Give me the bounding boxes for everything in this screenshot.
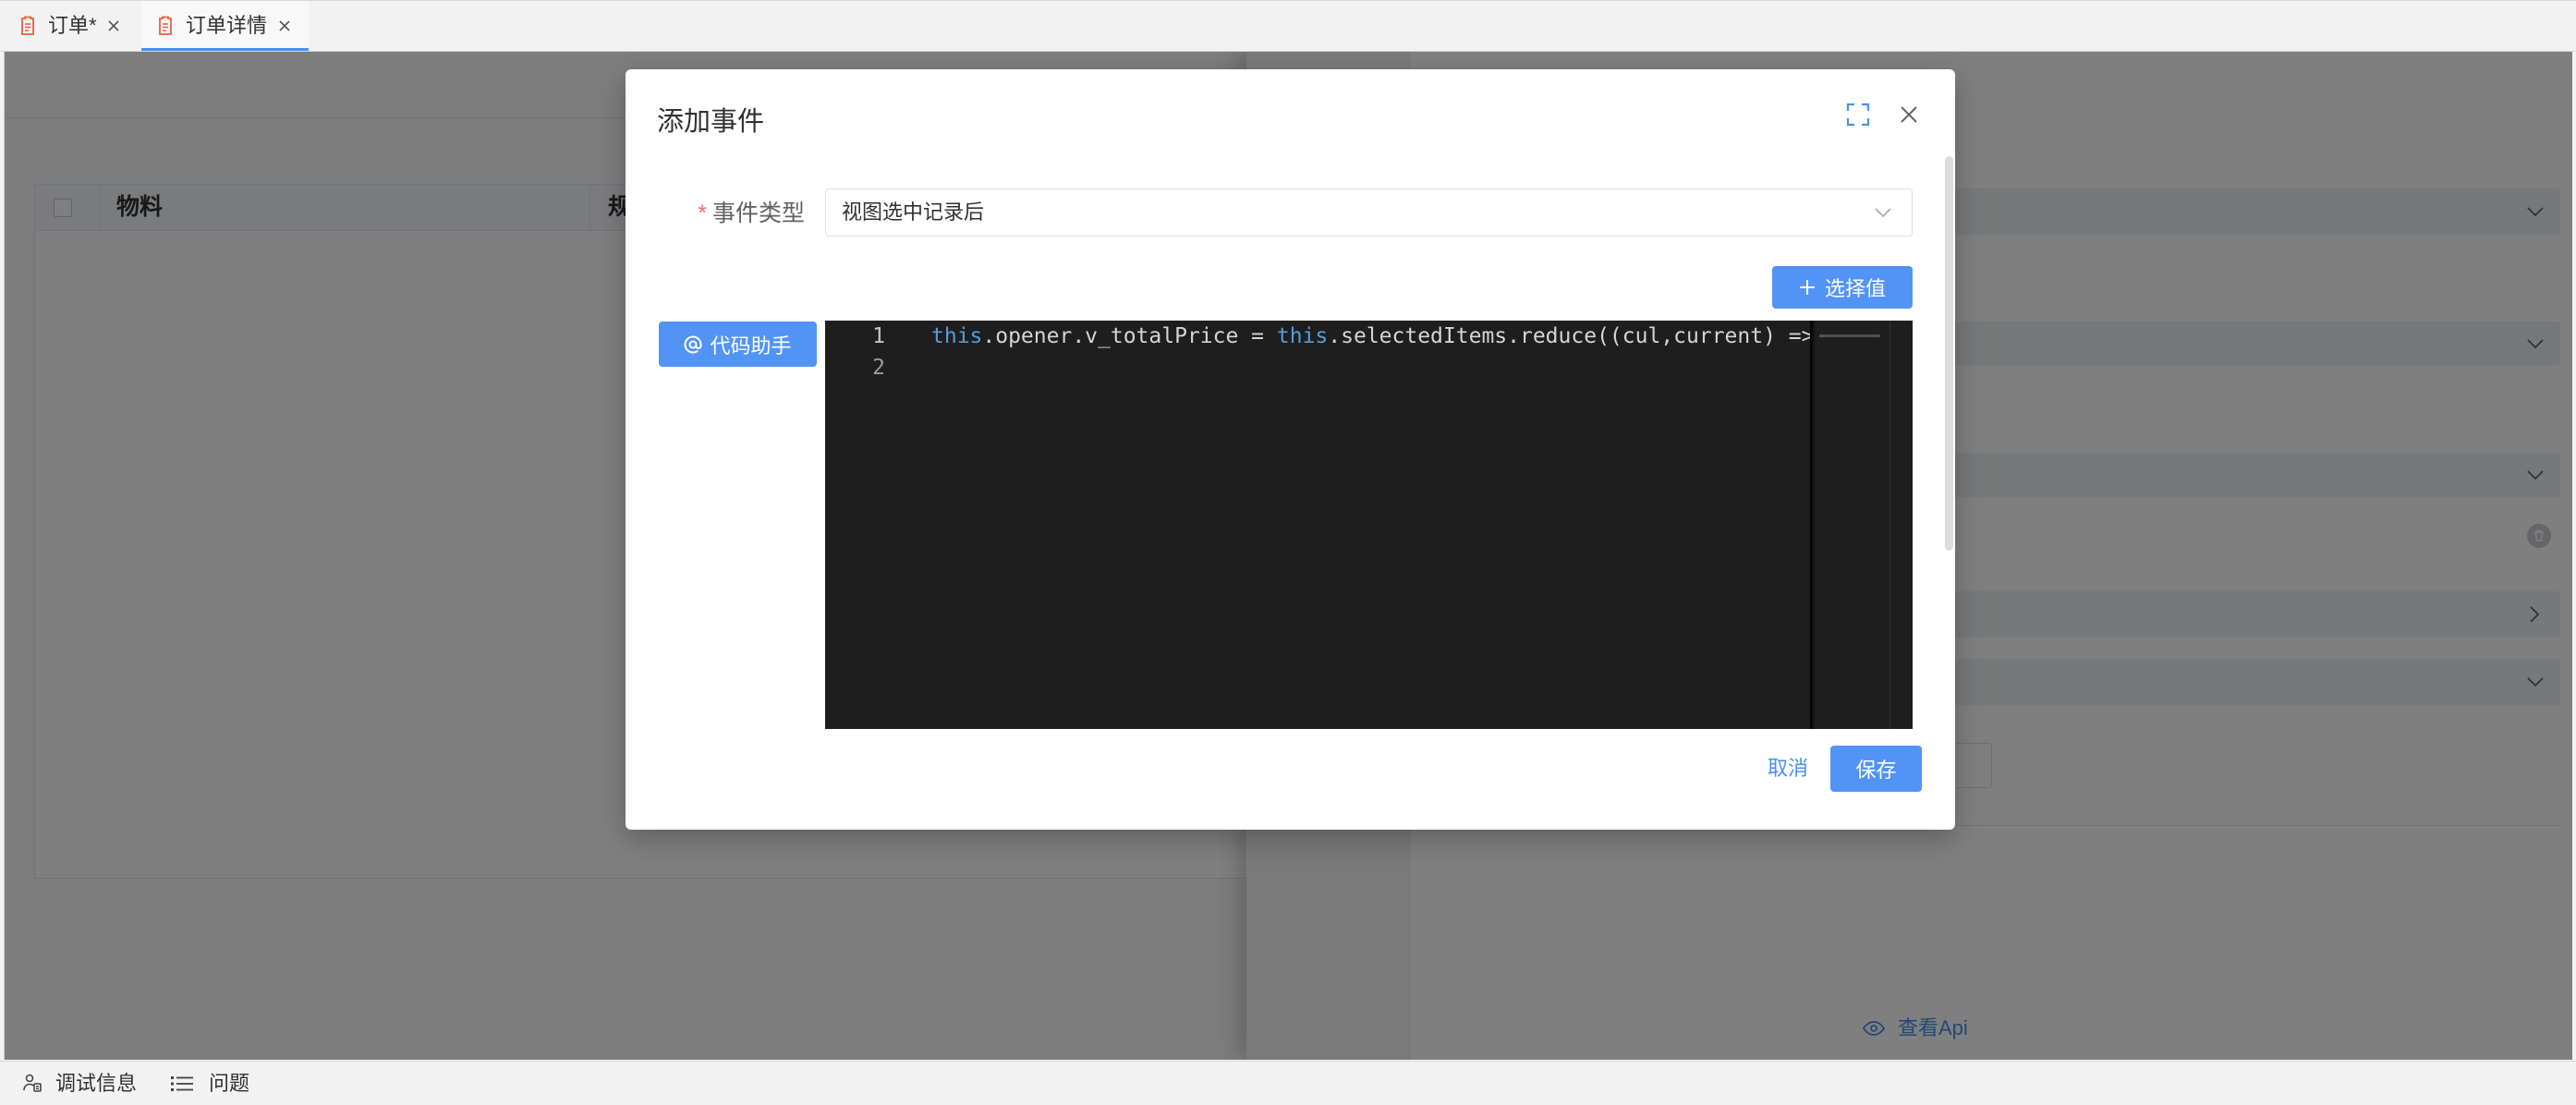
tab-label: 订单详情 <box>186 14 268 37</box>
select-value-button-label: 选择值 <box>1824 277 1886 300</box>
close-icon[interactable] <box>1899 104 1919 125</box>
cancel-button[interactable]: 取消 <box>1768 750 1808 787</box>
tab-label: 订单* <box>48 14 97 37</box>
code-line[interactable] <box>931 352 1810 383</box>
dialog-title: 添加事件 <box>657 107 765 137</box>
chevron-down-icon <box>1875 208 1891 217</box>
line-number-gutter: 1 2 <box>825 321 885 383</box>
code-token: .opener.v_totalPrice = <box>982 324 1277 348</box>
code-line[interactable]: this.opener.v_totalPrice = this.selected… <box>931 321 1810 352</box>
code-token: .selectedItems.reduce((cul,current) => <box>1328 324 1810 348</box>
save-button[interactable]: 保存 <box>1830 746 1922 792</box>
dialog-scrollbar[interactable] <box>1945 156 1953 551</box>
close-icon[interactable] <box>277 18 292 33</box>
code-helper-button-label: 代码助手 <box>710 334 792 358</box>
select-value-button[interactable]: 选择值 <box>1772 266 1913 309</box>
editor-minimap[interactable] <box>1810 321 1913 729</box>
line-number: 1 <box>872 324 885 348</box>
line-number: 2 <box>872 356 885 380</box>
overview-ruler <box>1889 321 1890 729</box>
close-icon[interactable] <box>106 18 121 33</box>
debug-icon <box>23 1074 42 1092</box>
problems-tab[interactable]: 问题 <box>209 1062 249 1105</box>
app-window: 订单* 订单详情 物料 规 <box>0 0 2576 1105</box>
plus-icon <box>1799 280 1815 295</box>
select-value: 视图选中记录后 <box>842 200 985 224</box>
event-type-select[interactable]: 视图选中记录后 <box>825 188 1913 237</box>
code-token-keyword: this <box>931 324 983 348</box>
debug-info-tab[interactable]: 调试信息 <box>55 1062 137 1105</box>
fullscreen-icon[interactable] <box>1846 103 1870 127</box>
code-helper-button[interactable]: 代码助手 <box>659 322 817 367</box>
document-icon <box>21 16 34 35</box>
minimap-code-preview <box>1819 334 1880 337</box>
document-icon <box>159 16 172 35</box>
status-bar: 调试信息 问题 <box>0 1061 2576 1105</box>
save-button-label: 保存 <box>1855 759 1897 782</box>
active-tab-indicator <box>141 48 309 51</box>
at-icon <box>684 335 702 353</box>
code-area[interactable]: this.opener.v_totalPrice = this.selected… <box>931 321 1810 729</box>
code-token-keyword: this <box>1276 324 1329 348</box>
field-label-text: 事件类型 <box>711 200 805 226</box>
tab-order[interactable]: 订单* <box>4 1 135 51</box>
event-type-label: * 事件类型 <box>662 195 805 232</box>
list-icon <box>171 1076 193 1091</box>
editor-tab-bar: 订单* 订单详情 <box>0 0 2576 52</box>
code-editor[interactable]: 1 2 this.opener.v_totalPrice = this.sele… <box>825 321 1913 729</box>
tab-order-detail[interactable]: 订单详情 <box>141 1 309 51</box>
minimap-shadow <box>1810 321 1816 729</box>
add-event-dialog: 添加事件 * 事件类型 视图选中记录后 选择值 代码助手 1 2 this.op… <box>626 69 1955 830</box>
required-mark: * <box>698 200 707 226</box>
